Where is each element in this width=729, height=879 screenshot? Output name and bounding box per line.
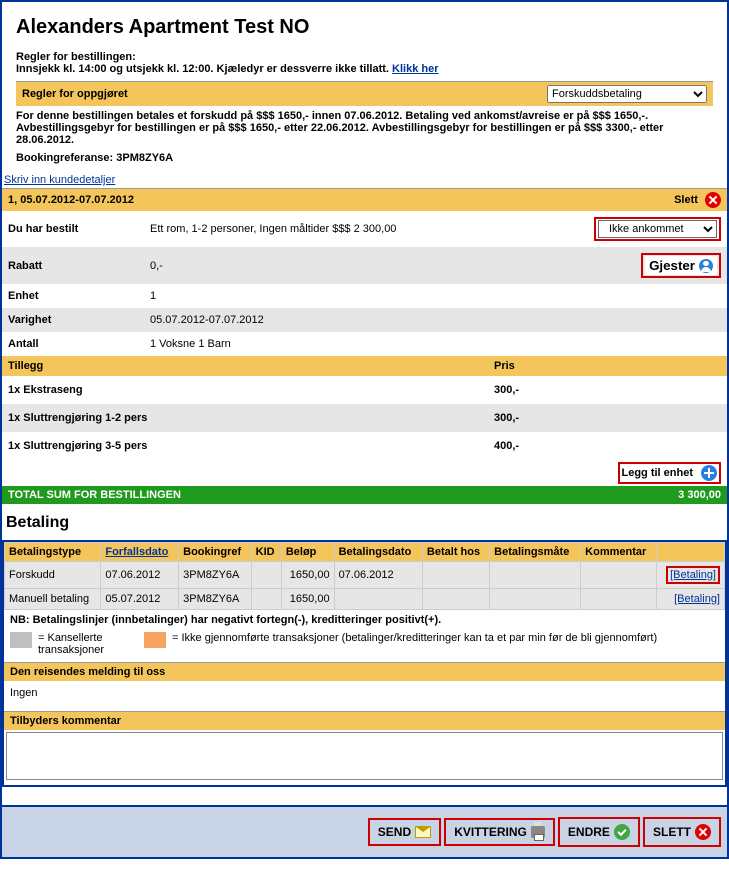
customer-details-link[interactable]: Skriv inn kundedetaljer xyxy=(4,174,727,188)
booking-ref-value: 3PM8ZY6A xyxy=(116,152,173,164)
addons-tillegg-header: Tillegg xyxy=(8,360,494,372)
th-paydate: Betalingsdato xyxy=(334,543,422,562)
endre-button[interactable]: ENDRE xyxy=(562,820,636,844)
close-icon[interactable] xyxy=(705,192,721,208)
payment-action-link[interactable]: [Betaling] xyxy=(670,569,716,581)
rabatt-value: 0,- xyxy=(150,260,641,272)
slett-button[interactable]: SLETT xyxy=(647,820,717,844)
check-icon xyxy=(614,824,630,840)
legend-cancelled: = Kansellerte transaksjoner xyxy=(38,632,138,656)
total-value: 3 300,00 xyxy=(678,489,721,501)
payment-heading: Betaling xyxy=(6,514,727,532)
rabatt-label: Rabatt xyxy=(8,260,150,272)
th-method: Betalingsmåte xyxy=(490,543,581,562)
addon-name: 1x Sluttrengjøring 1-2 pers xyxy=(8,412,494,424)
page-title: Alexanders Apartment Test NO xyxy=(16,16,713,39)
settlement-select[interactable]: Forskuddsbetaling xyxy=(547,85,707,103)
antall-label: Antall xyxy=(8,338,150,350)
close-icon xyxy=(695,824,711,840)
th-amount: Beløp xyxy=(281,543,334,562)
provider-comment-label: Tilbyders kommentar xyxy=(4,711,725,730)
kvittering-button[interactable]: KVITTERING xyxy=(448,821,551,843)
varighet-label: Varighet xyxy=(8,314,150,326)
varighet-value: 05.07.2012-07.07.2012 xyxy=(150,314,721,326)
payment-table: Betalingstype Forfallsdato Bookingref KI… xyxy=(4,542,725,610)
legend-swatch-orange xyxy=(144,632,166,648)
addon-price: 300,- xyxy=(494,384,519,396)
th-comment: Kommentar xyxy=(581,543,657,562)
th-action xyxy=(656,543,724,562)
addon-name: 1x Ekstraseng xyxy=(8,384,494,396)
total-label: TOTAL SUM FOR BESTILLINGEN xyxy=(8,489,678,501)
guests-button[interactable]: Gjester xyxy=(645,256,717,275)
print-icon xyxy=(531,826,545,838)
settlement-body: For denne bestillingen betales et forsku… xyxy=(16,106,713,152)
provider-comment-input[interactable] xyxy=(6,732,723,780)
delete-label[interactable]: Slett xyxy=(674,194,698,206)
traveler-msg-label: Den reisendes melding til oss xyxy=(4,662,725,681)
status-select[interactable]: Ikke ankommet xyxy=(598,220,717,238)
antall-value: 1 Voksne 1 Barn xyxy=(150,338,721,350)
th-type: Betalingstype xyxy=(5,543,101,562)
addon-price: 400,- xyxy=(494,440,519,452)
th-paidat: Betalt hos xyxy=(422,543,489,562)
rules-heading: Regler for bestillingen: xyxy=(16,51,713,63)
person-icon xyxy=(699,259,713,273)
enhet-label: Enhet xyxy=(8,290,150,302)
th-ref: Bookingref xyxy=(179,543,252,562)
addon-price: 300,- xyxy=(494,412,519,424)
add-unit-button[interactable]: Legg til enhet xyxy=(622,467,694,479)
traveler-msg-value: Ingen xyxy=(4,681,725,711)
payment-row: Forskudd 07.06.2012 3PM8ZY6A 1650,00 07.… xyxy=(5,562,725,589)
envelope-icon xyxy=(415,826,431,838)
send-button[interactable]: SEND xyxy=(372,821,437,843)
ordered-value: Ett rom, 1-2 personer, Ingen måltider $$… xyxy=(150,223,594,235)
ordered-label: Du har bestilt xyxy=(8,223,150,235)
th-kid: KID xyxy=(251,543,281,562)
payment-action-link[interactable]: [Betaling] xyxy=(674,593,720,605)
booking-header: 1, 05.07.2012-07.07.2012 xyxy=(8,194,134,206)
th-due[interactable]: Forfallsdato xyxy=(101,543,179,562)
legend-pending: = Ikke gjennomførte transaksjoner (betal… xyxy=(172,632,719,644)
payment-row: Manuell betaling 05.07.2012 3PM8ZY6A 165… xyxy=(5,589,725,610)
addons-pris-header: Pris xyxy=(494,360,515,372)
booking-ref-label: Bookingreferanse: xyxy=(16,152,113,164)
enhet-value: 1 xyxy=(150,290,721,302)
settlement-heading: Regler for oppgjøret xyxy=(22,88,128,100)
rules-link[interactable]: Klikk her xyxy=(392,63,438,75)
rules-text: Innsjekk kl. 14:00 og utsjekk kl. 12:00.… xyxy=(16,63,389,75)
plus-icon[interactable] xyxy=(701,465,717,481)
addon-name: 1x Sluttrengjøring 3-5 pers xyxy=(8,440,494,452)
legend-swatch-grey xyxy=(10,632,32,648)
payment-note: NB: Betalingslinjer (innbetalinger) har … xyxy=(4,610,725,630)
